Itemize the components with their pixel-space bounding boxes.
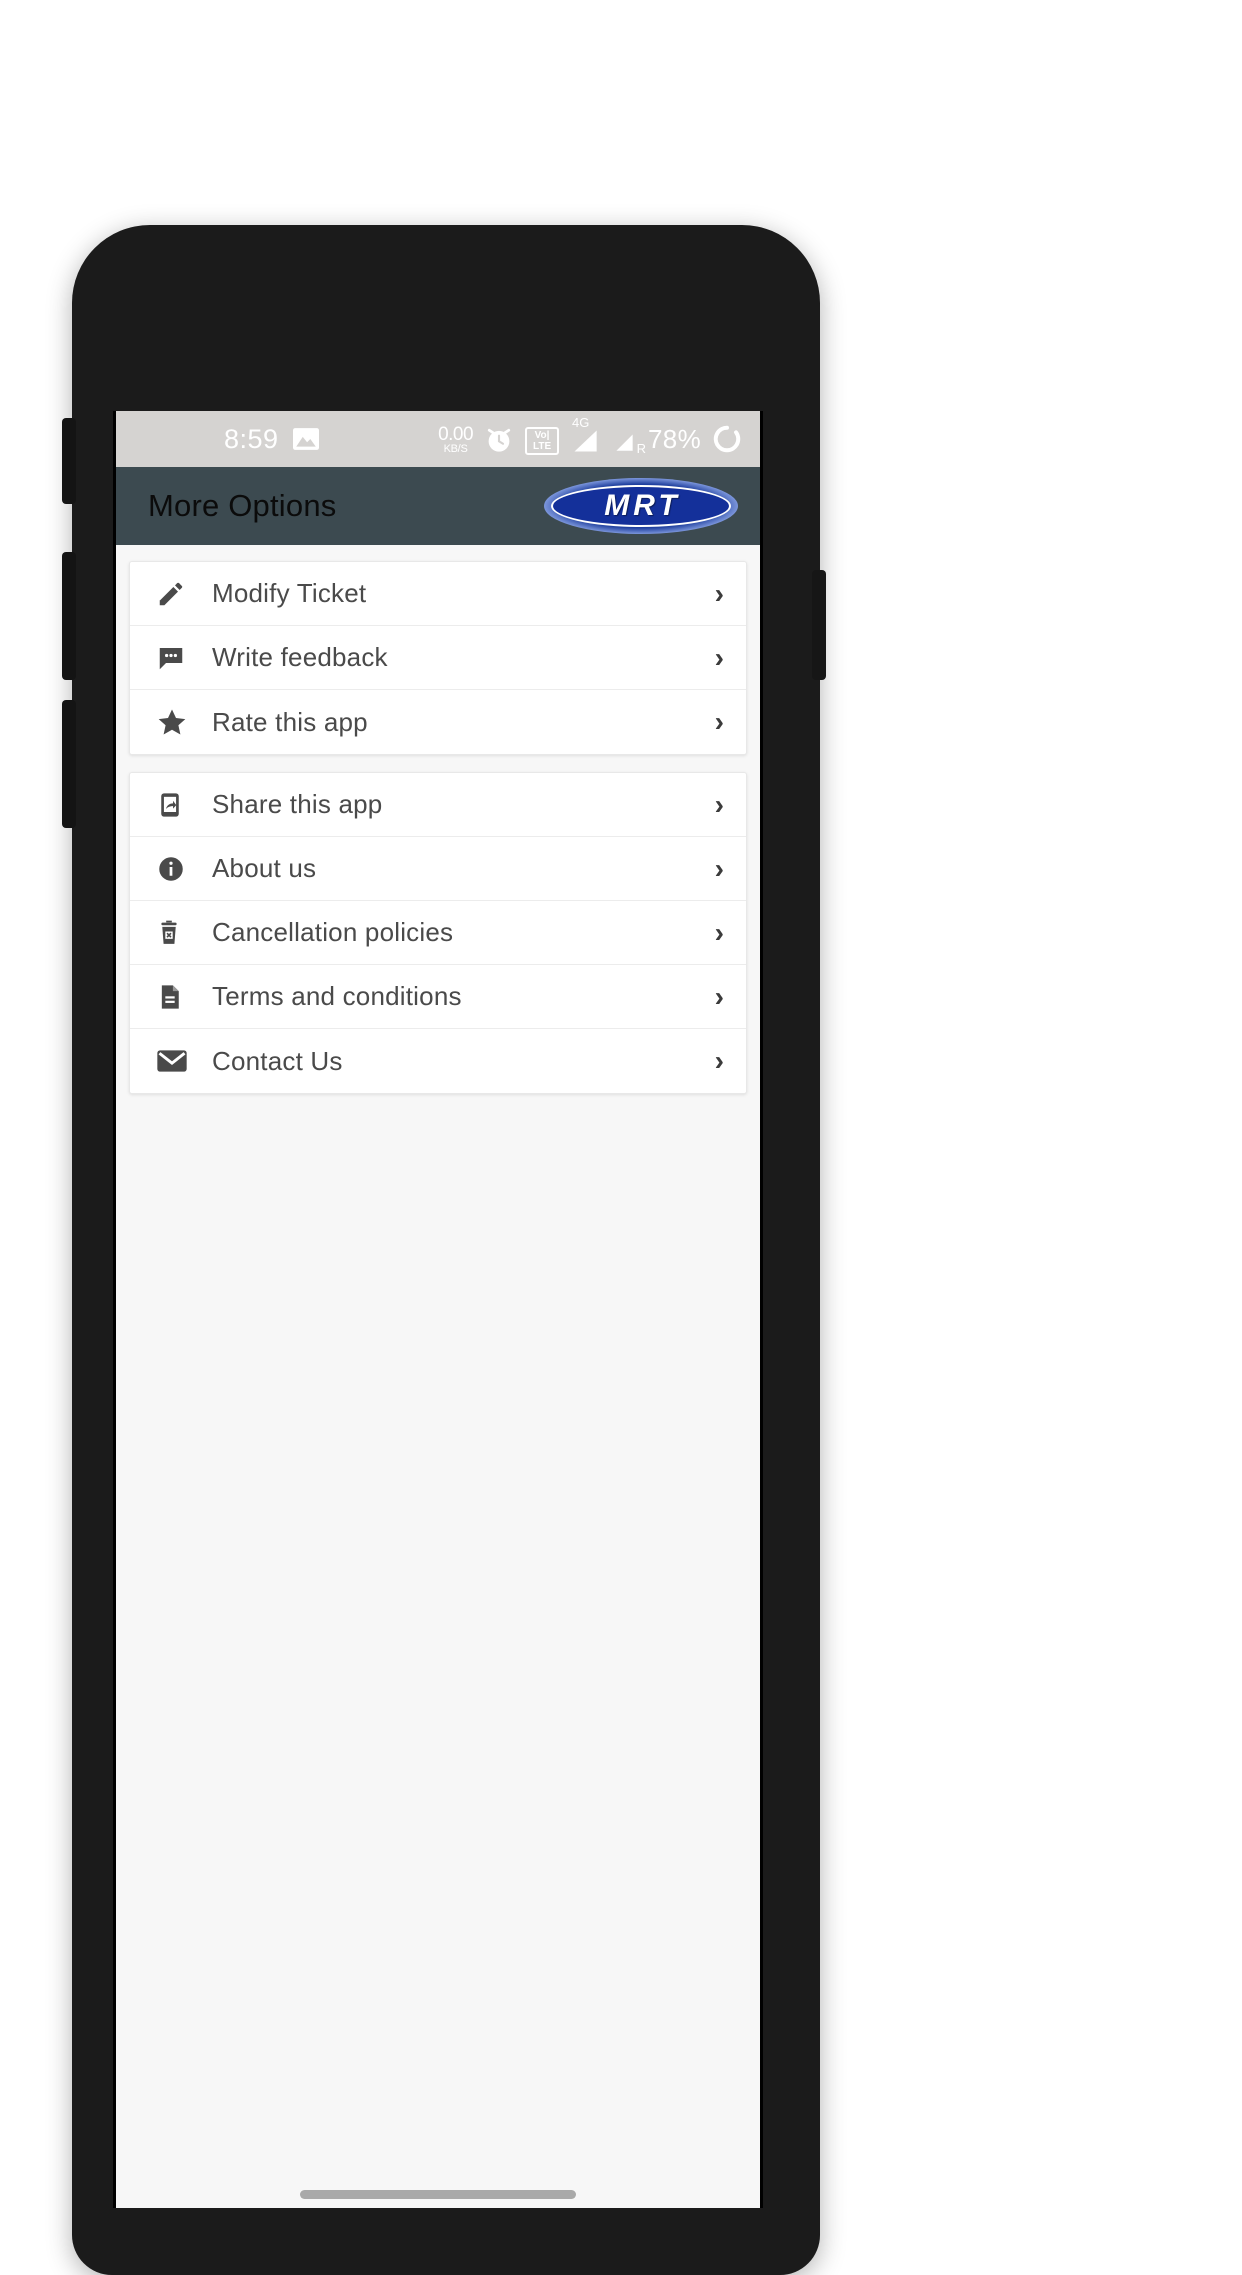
menu-card-primary: Modify Ticket › Write feedback › Rate th… bbox=[129, 561, 747, 755]
menu-item-write-feedback[interactable]: Write feedback › bbox=[130, 626, 746, 690]
chevron-right-icon: › bbox=[714, 916, 724, 948]
status-bar-right-cluster: 0.00 KB/S Vo| LTE 4G R 78% bbox=[438, 415, 742, 456]
envelope-icon bbox=[156, 1048, 194, 1074]
menu-item-cancellation-policies[interactable]: Cancellation policies › bbox=[130, 901, 746, 965]
share-phone-icon bbox=[156, 790, 194, 820]
menu-item-label: Rate this app bbox=[212, 706, 368, 737]
menu-item-about-us[interactable]: About us › bbox=[130, 837, 746, 901]
menu-item-label: Modify Ticket bbox=[212, 578, 367, 608]
gesture-home-bar[interactable] bbox=[300, 2190, 576, 2199]
signal-bars-sim1-icon: 4G bbox=[570, 415, 600, 455]
chevron-right-icon: › bbox=[714, 1045, 724, 1076]
page-title: More Options bbox=[148, 488, 337, 523]
network-speed-indicator: 0.00 KB/S bbox=[438, 425, 473, 455]
menu-item-share-this-app[interactable]: Share this app › bbox=[130, 773, 746, 837]
volte-icon: Vo| LTE bbox=[525, 427, 560, 455]
mrt-logo-body: MRT bbox=[551, 485, 731, 527]
network-speed-value: 0.00 bbox=[438, 424, 474, 445]
menu-item-label: Write feedback bbox=[212, 642, 388, 672]
trash-x-icon bbox=[156, 918, 194, 948]
network-speed-unit: KB/S bbox=[443, 443, 468, 455]
status-bar-left-cluster: 8:59 bbox=[224, 424, 319, 455]
chat-bubble-icon bbox=[156, 643, 194, 673]
phone-volume-down-button[interactable] bbox=[62, 700, 76, 828]
star-icon bbox=[156, 706, 194, 738]
image-icon bbox=[292, 428, 319, 450]
phone-volume-up-button[interactable] bbox=[62, 552, 76, 680]
volte-top-text: Vo| bbox=[534, 430, 550, 441]
menu-item-label: Terms and conditions bbox=[212, 981, 462, 1011]
phone-power-button[interactable] bbox=[812, 570, 826, 680]
roaming-label: R bbox=[636, 441, 647, 456]
mrt-logo: MRT bbox=[544, 478, 738, 534]
chevron-right-icon: › bbox=[714, 641, 724, 673]
phone-screen: 8:59 0.00 KB/S Vo| LTE 4G R 78% More Opt… bbox=[113, 411, 763, 2208]
info-circle-icon bbox=[156, 854, 194, 884]
menu-item-label: About us bbox=[212, 853, 317, 883]
chevron-right-icon: › bbox=[714, 980, 724, 1012]
pencil-icon bbox=[156, 579, 194, 609]
chevron-right-icon: › bbox=[714, 788, 724, 820]
menu-card-secondary: Share this app › About us › Cancellation… bbox=[129, 772, 747, 1094]
chevron-right-icon: › bbox=[714, 577, 724, 609]
signal-bars-sim2-icon: R bbox=[611, 427, 646, 456]
menu-item-label: Cancellation policies bbox=[212, 917, 454, 947]
main-content: Modify Ticket › Write feedback › Rate th… bbox=[116, 545, 760, 2208]
chevron-right-icon: › bbox=[714, 852, 724, 884]
chevron-right-icon: › bbox=[714, 706, 724, 737]
status-bar: 8:59 0.00 KB/S Vo| LTE 4G R 78% bbox=[116, 411, 760, 467]
volte-bottom-text: LTE bbox=[532, 441, 552, 452]
menu-item-terms-and-conditions[interactable]: Terms and conditions › bbox=[130, 965, 746, 1029]
network-type-label: 4G bbox=[572, 415, 590, 430]
menu-item-contact-us[interactable]: Contact Us › bbox=[130, 1029, 746, 1093]
app-bar: More Options MRT bbox=[116, 467, 760, 545]
battery-circle-icon bbox=[712, 423, 742, 455]
menu-item-modify-ticket[interactable]: Modify Ticket › bbox=[130, 562, 746, 626]
battery-percent-label: 78% bbox=[648, 424, 701, 454]
menu-item-rate-this-app[interactable]: Rate this app › bbox=[130, 690, 746, 754]
menu-item-label: Contact Us bbox=[212, 1045, 343, 1076]
status-clock: 8:59 bbox=[224, 423, 279, 454]
phone-mute-switch[interactable] bbox=[62, 418, 76, 504]
menu-item-label: Share this app bbox=[212, 789, 383, 819]
document-icon bbox=[156, 982, 194, 1012]
alarm-clock-icon bbox=[484, 425, 514, 455]
mrt-logo-text: MRT bbox=[604, 489, 681, 522]
